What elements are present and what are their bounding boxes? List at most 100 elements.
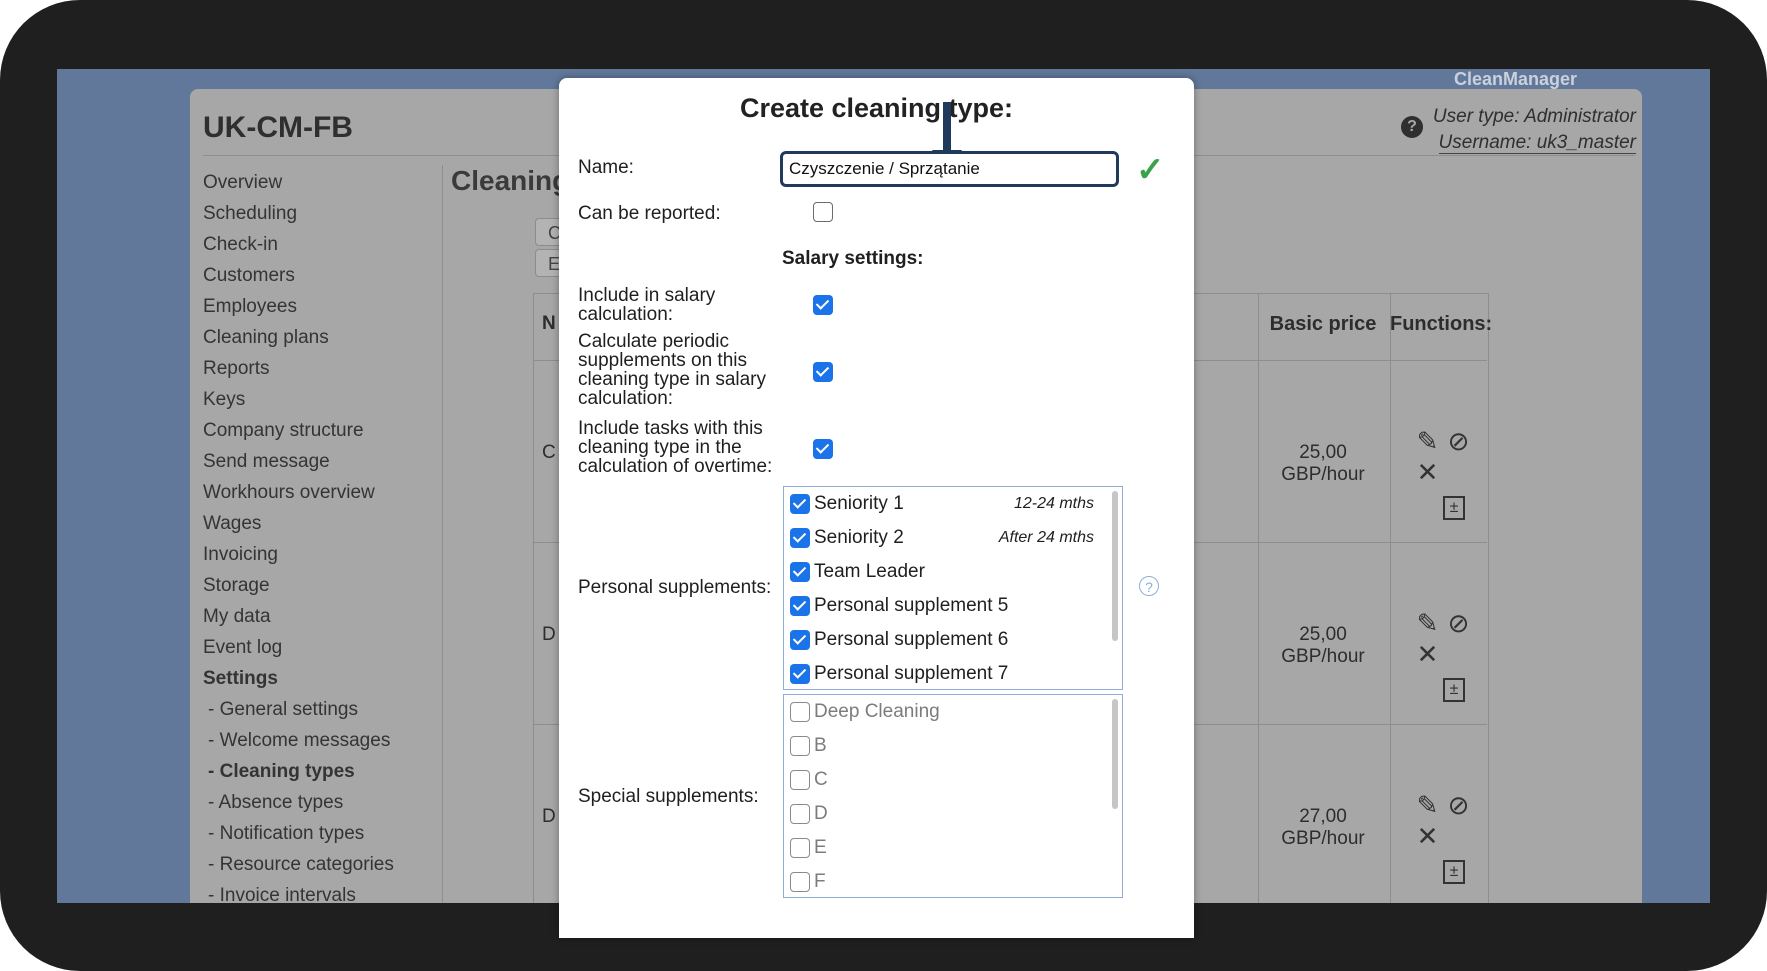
list-item[interactable]: C: [784, 763, 1122, 797]
help-icon[interactable]: ?: [1401, 116, 1423, 138]
close-icon[interactable]: ✕: [1412, 821, 1443, 852]
special-supplement-checkbox[interactable]: [790, 770, 810, 790]
menu-item-reports[interactable]: Reports: [203, 353, 394, 384]
special-supplement-checkbox[interactable]: [790, 838, 810, 858]
row-name: D: [542, 806, 556, 827]
overtime-label: Include tasks with this cleaning type in…: [578, 418, 773, 477]
pencil-icon[interactable]: ✎: [1412, 790, 1443, 821]
menu-item-keys[interactable]: Keys: [203, 384, 394, 415]
list-item[interactable]: F: [784, 865, 1122, 897]
column-header-functions: Functions:: [1390, 313, 1493, 335]
menu-item-cleaning-plans[interactable]: Cleaning plans: [203, 322, 394, 353]
user-info: User type: Administrator Username: uk3_m…: [1433, 104, 1636, 156]
menu-item-event-log[interactable]: Event log: [203, 632, 394, 663]
device-frame: CleanManager UK-CM-FB ? User type: Admin…: [0, 0, 1767, 971]
row-functions: ✎ ⊘✕ ±: [1412, 790, 1492, 884]
menu-item-workhours-overview[interactable]: Workhours overview: [203, 477, 394, 508]
can-be-reported-checkbox[interactable]: [813, 202, 833, 222]
menu-item-invoicing[interactable]: Invoicing: [203, 539, 394, 570]
eye-slash-icon[interactable]: ⊘: [1443, 608, 1474, 639]
calculator-icon[interactable]: ±: [1443, 496, 1465, 520]
list-item[interactable]: D: [784, 797, 1122, 831]
name-label: Name:: [578, 157, 634, 178]
list-item[interactable]: B: [784, 729, 1122, 763]
table-column-divider: [1390, 293, 1391, 903]
menu-item-storage[interactable]: Storage: [203, 570, 394, 601]
calculator-icon[interactable]: ±: [1443, 860, 1465, 884]
menu-item-wages[interactable]: Wages: [203, 508, 394, 539]
menu-item-customers[interactable]: Customers: [203, 260, 394, 291]
list-item[interactable]: Personal supplement 5: [784, 589, 1122, 623]
row-basic-price: 27,00 GBP/hour: [1281, 806, 1365, 849]
menu-item-employees[interactable]: Employees: [203, 291, 394, 322]
menu-item-absence-types[interactable]: - Absence types: [203, 787, 394, 818]
menu-item-invoice-intervals[interactable]: - Invoice intervals: [203, 880, 394, 903]
sidebar-menu: Overview Scheduling Check-in Customers E…: [203, 167, 394, 903]
periodic-supplements-label: Calculate periodic supplements on this c…: [578, 331, 766, 409]
include-salary-checkbox[interactable]: [813, 295, 833, 315]
special-supplement-checkbox[interactable]: [790, 702, 810, 722]
row-name: C: [542, 442, 556, 463]
salary-settings-header: Salary settings:: [782, 248, 924, 269]
close-icon[interactable]: ✕: [1412, 457, 1443, 488]
eye-slash-icon[interactable]: ⊘: [1443, 426, 1474, 457]
row-basic-price: 25,00 GBP/hour: [1281, 442, 1365, 485]
scrollbar[interactable]: [1112, 491, 1118, 641]
help-icon[interactable]: ?: [1139, 576, 1159, 596]
pencil-icon[interactable]: ✎: [1412, 426, 1443, 457]
menu-item-welcome-messages[interactable]: - Welcome messages: [203, 725, 394, 756]
personal-supplement-checkbox[interactable]: [790, 630, 810, 650]
menu-item-company-structure[interactable]: Company structure: [203, 415, 394, 446]
special-supplement-checkbox[interactable]: [790, 804, 810, 824]
dialog-title: Create cleaning type:: [739, 93, 1014, 123]
row-functions: ✎ ⊘✕ ±: [1412, 426, 1492, 520]
personal-supplements-list[interactable]: Seniority 1 12-24 mths Seniority 2 After 2…: [783, 486, 1123, 690]
personal-supplement-checkbox[interactable]: [790, 664, 810, 684]
menu-item-send-message[interactable]: Send message: [203, 446, 394, 477]
create-cleaning-type-dialog: Create cleaning type: Name: ✓ Can be rep…: [559, 78, 1194, 938]
column-header-basic-price: Basic price: [1269, 313, 1377, 335]
user-type: User type: Administrator: [1432, 106, 1636, 127]
page-title: Cleaning: [451, 165, 570, 196]
list-item[interactable]: Personal supplement 6: [784, 623, 1122, 657]
sidebar-divider: [442, 165, 443, 903]
special-supplement-checkbox[interactable]: [790, 872, 810, 892]
list-item[interactable]: Deep Cleaning: [784, 695, 1122, 729]
menu-item-check-in[interactable]: Check-in: [203, 229, 394, 260]
include-salary-label: Include in salary calculation:: [578, 285, 716, 325]
calculator-icon[interactable]: ±: [1443, 678, 1465, 702]
list-item[interactable]: E: [784, 831, 1122, 865]
special-supplements-list[interactable]: Deep Cleaning B C D E F: [783, 694, 1123, 898]
list-item[interactable]: Seniority 2 After 24 mths: [784, 521, 1122, 555]
menu-item-general-settings[interactable]: - General settings: [203, 694, 394, 725]
menu-item-notification-types[interactable]: - Notification types: [203, 818, 394, 849]
personal-supplements-label: Personal supplements:: [578, 577, 772, 598]
periodic-supplements-checkbox[interactable]: [813, 362, 833, 382]
overtime-checkbox[interactable]: [813, 439, 833, 459]
personal-supplement-checkbox[interactable]: [790, 494, 810, 514]
row-basic-price: 25,00 GBP/hour: [1281, 624, 1365, 667]
menu-item-my-data[interactable]: My data: [203, 601, 394, 632]
scrollbar[interactable]: [1112, 699, 1118, 809]
close-icon[interactable]: ✕: [1412, 639, 1443, 670]
brand-label: CleanManager: [1453, 69, 1577, 89]
pencil-icon[interactable]: ✎: [1412, 608, 1443, 639]
menu-item-settings[interactable]: Settings: [203, 663, 394, 694]
personal-supplement-checkbox[interactable]: [790, 562, 810, 582]
list-item[interactable]: Team Leader: [784, 555, 1122, 589]
special-supplement-checkbox[interactable]: [790, 736, 810, 756]
username-link[interactable]: Username: uk3_master: [1438, 132, 1636, 154]
menu-item-resource-categories[interactable]: - Resource categories: [203, 849, 394, 880]
name-input[interactable]: [780, 151, 1119, 187]
menu-item-scheduling[interactable]: Scheduling: [203, 198, 394, 229]
checkmark-icon: ✓: [1136, 151, 1165, 189]
eye-slash-icon[interactable]: ⊘: [1443, 790, 1474, 821]
list-item[interactable]: Personal supplement 7: [784, 657, 1122, 689]
menu-item-cleaning-types[interactable]: - Cleaning types: [203, 756, 394, 787]
personal-supplement-checkbox[interactable]: [790, 596, 810, 616]
list-item[interactable]: Seniority 1 12-24 mths: [784, 487, 1122, 521]
app-title: UK-CM-FB: [203, 111, 353, 144]
menu-item-overview[interactable]: Overview: [203, 167, 394, 198]
personal-supplement-checkbox[interactable]: [790, 528, 810, 548]
column-header-name: N: [542, 313, 556, 334]
